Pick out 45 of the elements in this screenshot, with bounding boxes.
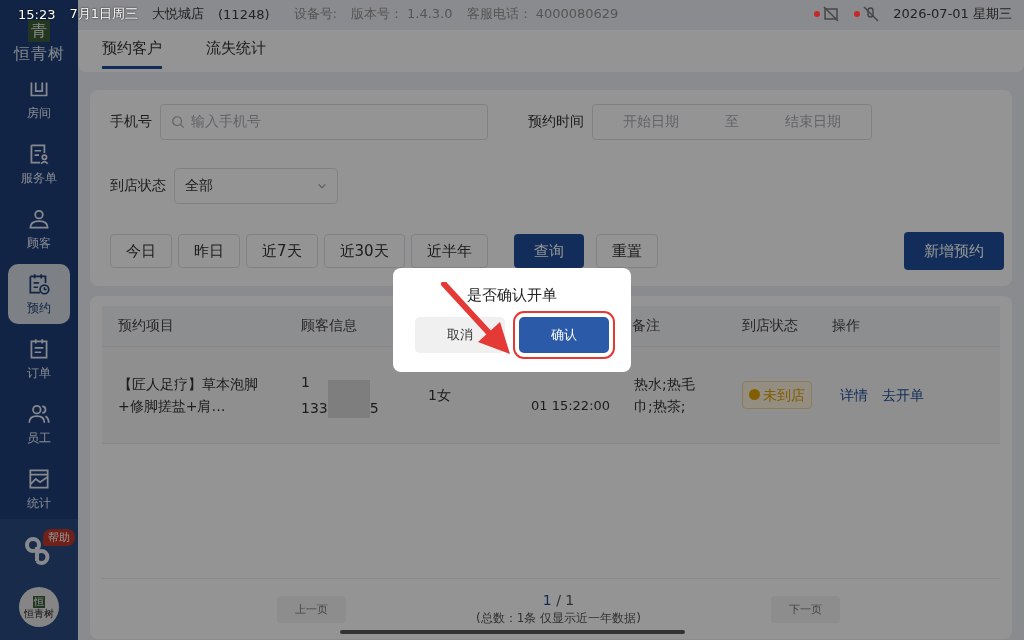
field-label: 手机号 [110,113,152,131]
tab[interactable]: 流失统计 [206,38,266,69]
dialog-title: 是否确认开单 [467,286,557,305]
brand-name: 恒青树 [13,44,65,65]
chevron-down-icon [317,181,327,191]
date: 7月1日周三 [69,5,138,23]
action-link[interactable]: 详情 [840,383,868,407]
avatar[interactable]: 恒 恒青树 [19,587,59,627]
search-icon [171,115,185,129]
table-cell: 热水;热毛巾;热茶; [616,346,726,444]
action-link[interactable]: 去开单 [882,383,924,407]
field-label: 预约时间 [528,113,584,131]
store-code: (11248) [218,6,270,22]
table-cell: 133 5 [301,397,379,420]
field-label: 到店状态 [110,177,166,195]
sidebar-item[interactable]: 房间 [8,69,70,129]
query-button[interactable]: 查询 [513,234,584,268]
store-name: 大悦城店 [152,5,204,23]
sidebar-item[interactable]: 员工 [8,394,70,454]
page-summary: (总数：1条 仅显示近一年数据) [476,609,641,627]
sidebar-item[interactable]: 预约 [8,264,70,324]
range-button[interactable]: 近7天 [246,234,318,268]
status-select[interactable]: 全部 [174,168,338,204]
sidebar-item[interactable]: 顾客 [8,199,70,259]
column-header: 到店状态 [726,306,816,346]
column-header: 操作 [816,306,1000,346]
table-cell-text: 1 [301,372,310,392]
new-booking-button[interactable]: 新增预约 [904,232,1004,270]
clock: 15:23 [18,6,56,22]
status-tag: 未到店 [742,380,812,410]
column-header: 预约项目 [102,306,285,346]
sidebar-item[interactable]: 统计 [8,459,70,519]
page-indicator: 1 / 1 [542,591,575,608]
tab[interactable]: 预约客户 [102,38,162,69]
table-cell: 【匠人足疗】草本泡脚+修脚搓盐+肩… [102,346,285,444]
range-button[interactable]: 昨日 [178,234,240,268]
chart-icon [26,466,52,492]
calendar-icon [26,271,52,297]
sidebar-item[interactable]: 订单 [8,329,70,389]
sidebar-item[interactable]: 服务单 [8,134,70,194]
help-badge[interactable]: 帮助 [43,529,75,546]
range-button[interactable]: 近30天 [323,234,405,268]
range-button[interactable]: 今日 [110,234,172,268]
logo-mark: 青 [28,20,50,42]
datetime: 2026-07-01 星期三 [893,5,1012,23]
